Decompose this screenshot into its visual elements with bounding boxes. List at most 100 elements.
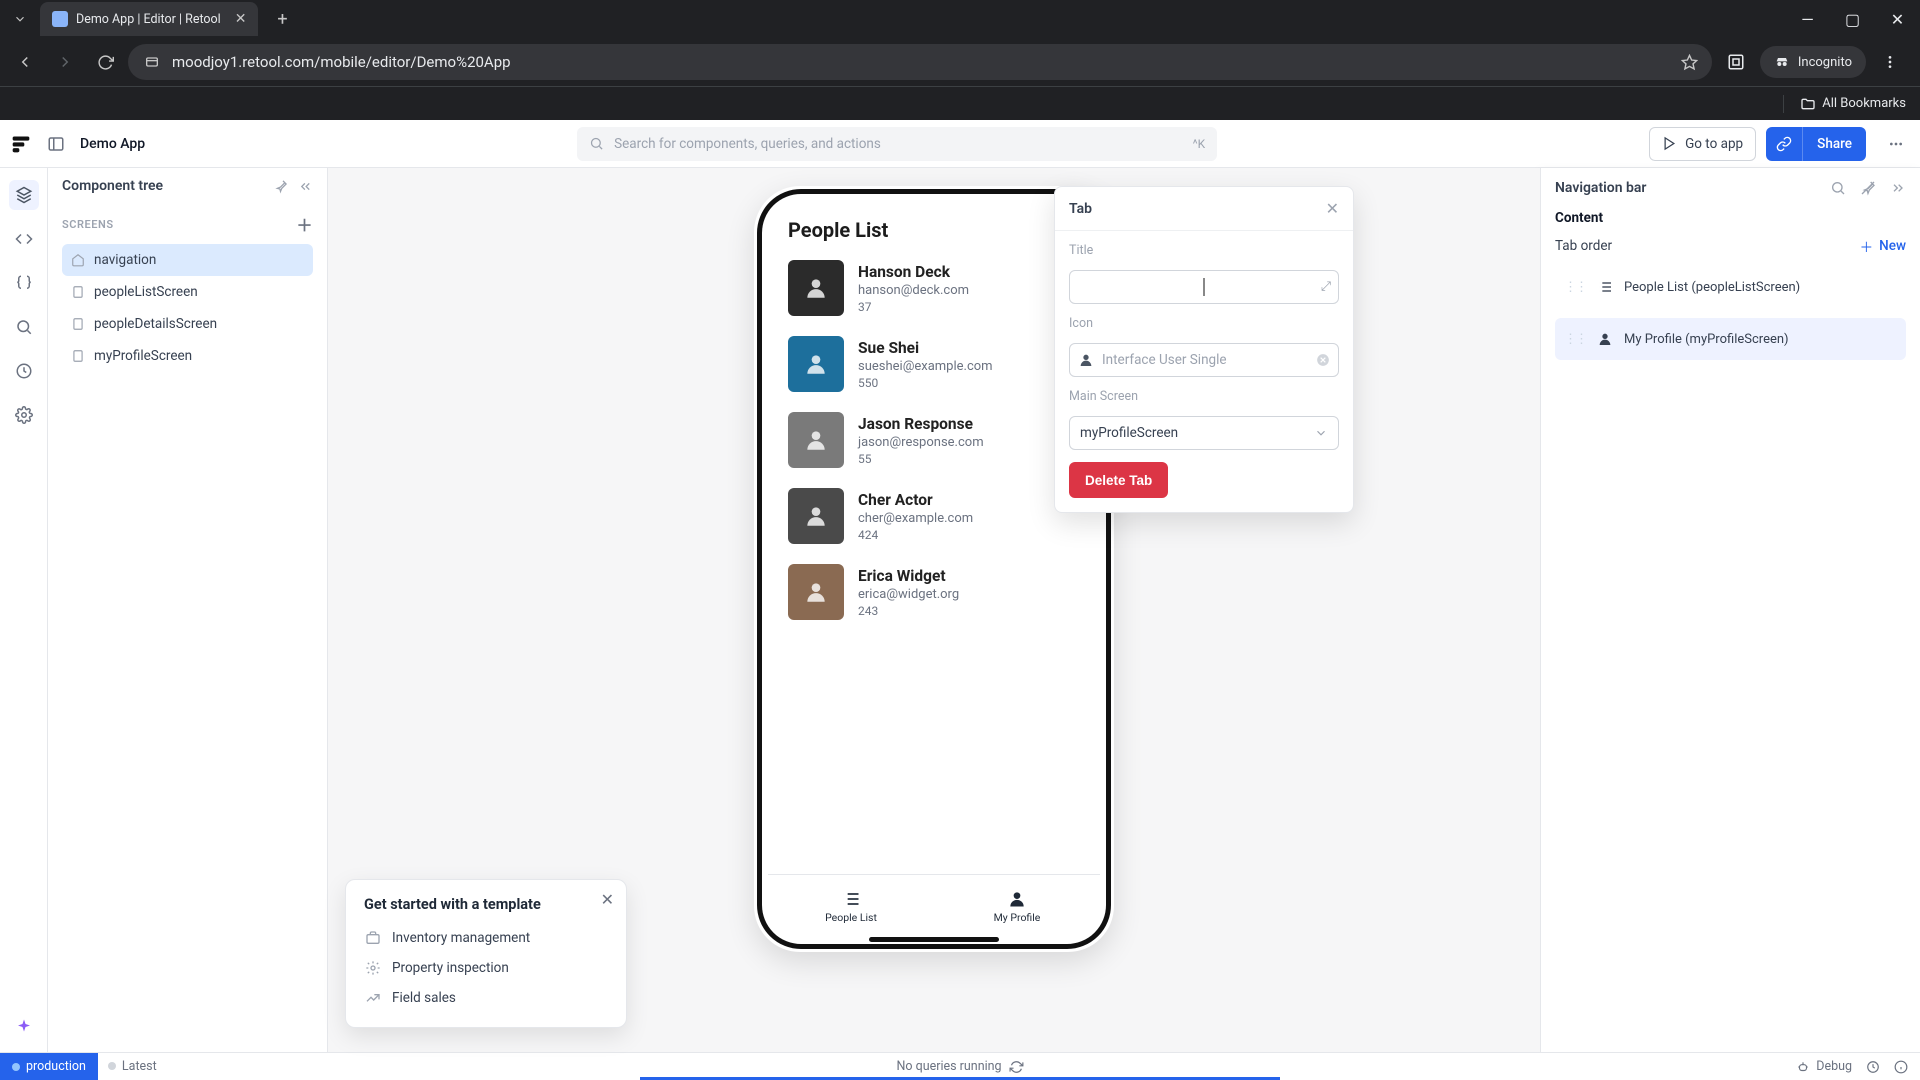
tab-popover: Tab ✕ Title ⤢ Icon Interface User Single xyxy=(1054,186,1354,513)
search-kbd: ^K xyxy=(1193,137,1206,151)
window-minimize[interactable]: — xyxy=(1785,0,1830,38)
tab-popover-title: Tab xyxy=(1069,201,1092,217)
window-maximize[interactable]: ▢ xyxy=(1830,0,1875,38)
inspector-pin-icon[interactable] xyxy=(1860,180,1876,196)
list-item[interactable]: Jason Responsejason@response.com55 xyxy=(768,402,1100,478)
link-icon xyxy=(1776,136,1792,152)
omnibox[interactable]: moodjoy1.retool.com/mobile/editor/Demo%2… xyxy=(128,44,1712,80)
tab-mainscreen-label: Main Screen xyxy=(1069,389,1339,404)
delete-tab-button[interactable]: Delete Tab xyxy=(1069,462,1168,498)
go-to-app-button[interactable]: Go to app xyxy=(1649,127,1756,161)
tabs-dropdown[interactable] xyxy=(6,5,34,33)
omnibox-url: moodjoy1.retool.com/mobile/editor/Demo%2… xyxy=(172,53,511,71)
tab-popover-close[interactable]: ✕ xyxy=(1326,199,1339,218)
template-item-label: Inventory management xyxy=(392,930,530,946)
rail-ai-icon[interactable] xyxy=(9,1012,39,1042)
rail-history-icon[interactable] xyxy=(9,356,39,386)
template-card-close[interactable]: ✕ xyxy=(601,890,614,909)
new-tab-button[interactable]: + xyxy=(268,5,296,33)
header-more-icon[interactable] xyxy=(1882,130,1910,158)
clear-icon[interactable] xyxy=(1316,353,1330,367)
window-close[interactable]: ✕ xyxy=(1875,0,1920,38)
avatar xyxy=(788,260,844,316)
tab-icon-picker[interactable]: Interface User Single xyxy=(1069,343,1339,377)
browser-tab-active[interactable]: Demo App | Editor | Retool ✕ xyxy=(40,2,258,36)
debug-button[interactable]: Debug xyxy=(1796,1059,1852,1074)
rail-components-icon[interactable] xyxy=(9,180,39,210)
queries-status: No queries running xyxy=(896,1059,1001,1074)
template-item-icon xyxy=(364,990,382,1006)
phone-tab-profile[interactable]: My Profile xyxy=(934,875,1100,938)
left-panel-toggle[interactable] xyxy=(42,130,70,158)
rail-braces-icon[interactable] xyxy=(9,268,39,298)
rail-settings-icon[interactable] xyxy=(9,400,39,430)
status-history-icon[interactable] xyxy=(1866,1060,1880,1074)
site-info-icon[interactable] xyxy=(142,52,162,72)
bookmarks-all[interactable]: All Bookmarks xyxy=(1800,96,1906,112)
extensions-icon[interactable] xyxy=(1718,44,1754,80)
share-link-button[interactable] xyxy=(1766,127,1802,161)
add-screen-button[interactable]: ＋ xyxy=(296,212,313,236)
phone-screen-title: People List xyxy=(768,200,1100,250)
version-latest[interactable]: Latest xyxy=(108,1059,157,1074)
chrome-menu-icon[interactable] xyxy=(1872,44,1908,80)
person-email: hanson@deck.com xyxy=(858,283,969,298)
list-item[interactable]: Hanson Deckhanson@deck.com37 xyxy=(768,250,1100,326)
tree-node-label: navigation xyxy=(94,252,156,268)
person-name: Cher Actor xyxy=(858,491,973,509)
tree-node[interactable]: peopleDetailsScreen xyxy=(62,308,313,340)
template-item[interactable]: Field sales xyxy=(364,983,608,1013)
tab-title-label: Title xyxy=(1069,243,1339,258)
list-item[interactable]: Cher Actorcher@example.com424 xyxy=(768,478,1100,554)
browser-tabbar: Demo App | Editor | Retool ✕ + — ▢ ✕ xyxy=(0,0,1920,38)
tree-node[interactable]: peopleListScreen xyxy=(62,276,313,308)
status-info-icon[interactable] xyxy=(1894,1060,1908,1074)
address-bar: moodjoy1.retool.com/mobile/editor/Demo%2… xyxy=(0,38,1920,86)
nav-reload[interactable] xyxy=(88,45,122,79)
taborder-item[interactable]: ⋮⋮My Profile (myProfileScreen) xyxy=(1555,318,1906,360)
template-item-label: Field sales xyxy=(392,990,456,1006)
person-name: Sue Shei xyxy=(858,339,993,357)
list-icon xyxy=(1596,278,1614,296)
expand-input-icon[interactable]: ⤢ xyxy=(1321,280,1331,295)
people-list[interactable]: Hanson Deckhanson@deck.com37Sue Sheisues… xyxy=(768,250,1100,874)
debug-label: Debug xyxy=(1816,1059,1852,1074)
incognito-pill[interactable]: Incognito xyxy=(1760,46,1866,78)
list-item[interactable]: Erica Widgeterica@widget.org243 xyxy=(768,554,1100,630)
tree-node[interactable]: myProfileScreen xyxy=(62,340,313,372)
rail-search-icon[interactable] xyxy=(9,312,39,342)
workspace: Component tree SCREENS ＋ navigationpeopl… xyxy=(0,168,1920,1052)
env-badge[interactable]: production xyxy=(0,1053,98,1080)
pin-icon[interactable] xyxy=(273,179,288,194)
share-button[interactable]: Share xyxy=(1802,127,1866,161)
list-item[interactable]: Sue Sheisueshei@example.com550 xyxy=(768,326,1100,402)
avatar xyxy=(788,564,844,620)
tab-mainscreen-select[interactable]: myProfileScreen xyxy=(1069,416,1339,450)
person-count: 550 xyxy=(858,376,993,390)
template-item[interactable]: Inventory management xyxy=(364,923,608,953)
nav-back[interactable] xyxy=(8,45,42,79)
drag-handle-icon[interactable]: ⋮⋮ xyxy=(1564,332,1586,347)
rail-code-icon[interactable] xyxy=(9,224,39,254)
env-label: production xyxy=(26,1059,86,1074)
tab-close-icon[interactable]: ✕ xyxy=(235,11,247,27)
list-icon xyxy=(841,889,861,909)
inspector-search-icon[interactable] xyxy=(1830,180,1846,196)
inspector-expand-icon[interactable] xyxy=(1890,180,1906,196)
drag-handle-icon[interactable]: ⋮⋮ xyxy=(1564,280,1586,295)
tab-icon-name: Interface User Single xyxy=(1102,352,1227,368)
screen-icon xyxy=(70,284,86,300)
person-email: cher@example.com xyxy=(858,511,973,526)
phone-tab-people[interactable]: People List xyxy=(768,875,934,938)
template-item[interactable]: Property inspection xyxy=(364,953,608,983)
collapse-left-icon[interactable] xyxy=(298,179,313,194)
global-search[interactable]: Search for components, queries, and acti… xyxy=(577,127,1217,161)
new-tab-button[interactable]: ＋ New xyxy=(1860,236,1906,256)
retool-logo-icon[interactable] xyxy=(10,133,32,155)
nav-forward[interactable] xyxy=(48,45,82,79)
bookmark-star-icon[interactable] xyxy=(1681,54,1698,71)
template-card: ✕ Get started with a template Inventory … xyxy=(345,879,627,1028)
taborder-item[interactable]: ⋮⋮People List (peopleListScreen) xyxy=(1555,266,1906,308)
tree-node[interactable]: navigation xyxy=(62,244,313,276)
refresh-icon[interactable] xyxy=(1010,1060,1024,1074)
